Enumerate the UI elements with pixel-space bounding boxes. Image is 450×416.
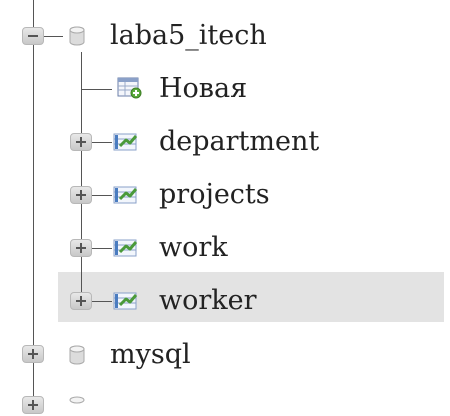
table-icon (113, 239, 138, 257)
database-icon (69, 396, 85, 404)
expand-toggle[interactable] (70, 133, 92, 151)
expand-toggle[interactable] (22, 396, 44, 414)
table-name[interactable]: projects (159, 180, 270, 210)
database-name[interactable]: laba5_itech (110, 21, 267, 51)
table-name[interactable]: department (159, 127, 319, 157)
database-name[interactable]: mysql (110, 340, 191, 370)
expand-toggle[interactable] (70, 292, 92, 310)
new-table-label[interactable]: Новая (159, 74, 247, 104)
table-name[interactable]: worker (159, 286, 257, 316)
table-icon (113, 133, 138, 151)
navigation-tree: laba5_itech Новая department projects wo… (0, 0, 450, 414)
table-name[interactable]: work (159, 233, 228, 263)
database-icon (69, 345, 85, 365)
database-icon (69, 26, 85, 46)
table-icon (113, 186, 138, 204)
expand-toggle[interactable] (22, 345, 44, 363)
new-table-icon (117, 77, 142, 99)
collapse-toggle[interactable] (22, 27, 44, 45)
tree-guide-line (33, 0, 34, 402)
table-icon (113, 292, 138, 310)
tree-guide-line (82, 89, 112, 90)
expand-toggle[interactable] (70, 239, 92, 257)
expand-toggle[interactable] (70, 186, 92, 204)
